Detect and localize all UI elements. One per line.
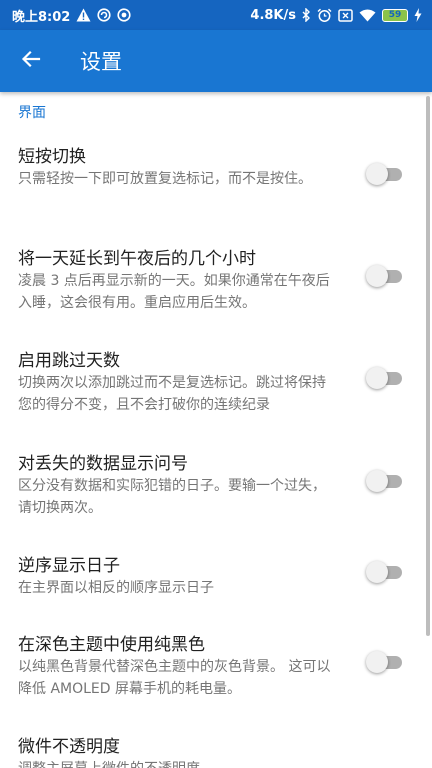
pref-short-press-toggle[interactable]: 短按切换 只需轻按一下即可放置复选标记，而不是按住。	[0, 142, 432, 230]
toggle-switch[interactable]	[366, 367, 402, 389]
pref-title: 对丢失的数据显示问号	[18, 454, 188, 474]
status-bar: 晚上8:02 4.8K/s 59	[0, 0, 432, 30]
pref-question-marks[interactable]: 对丢失的数据显示问号 区分没有数据和实际犯错的日子。要输一个过失，请切换两次。	[0, 449, 432, 537]
pref-widget-opacity[interactable]: 微件不透明度 调整主屏幕上微件的不透明度	[0, 732, 432, 768]
pref-summary: 只需轻按一下即可放置复选标记，而不是按住。	[18, 171, 312, 187]
pref-extend-day[interactable]: 将一天延长到午夜后的几个小时 凌晨 3 点后再显示新的一天。如果你通常在午夜后入…	[0, 244, 432, 332]
toggle-switch[interactable]	[366, 651, 402, 673]
status-time: 晚上8:02	[12, 9, 71, 25]
toggle-thumb	[366, 651, 388, 673]
data-saver-icon	[117, 8, 131, 22]
toggle-thumb	[366, 163, 388, 185]
section-header: 界面	[18, 105, 46, 121]
bluetooth-icon	[302, 8, 311, 22]
pref-reverse-days[interactable]: 逆序显示日子 在主界面以相反的顺序显示日子	[0, 551, 432, 617]
pref-summary: 区分没有数据和实际犯错的日子。要输一个过失，请切换两次。	[18, 478, 326, 516]
pref-title: 在深色主题中使用纯黑色	[18, 635, 205, 655]
toggle-thumb	[366, 470, 388, 492]
no-sim-icon	[338, 8, 353, 22]
toggle-thumb	[366, 265, 388, 287]
back-button[interactable]	[0, 30, 62, 92]
toggle-thumb	[366, 561, 388, 583]
pref-summary: 切换两次以添加跳过而不是复选标记。跳过将保持您的得分不变，且不会打破你的连续纪录	[18, 375, 326, 413]
pref-summary: 以纯黑色背景代替深色主题中的灰色背景。 这可以降低 AMOLED 屏幕手机的耗电…	[18, 659, 331, 697]
settings-list[interactable]: 界面 短按切换 只需轻按一下即可放置复选标记，而不是按住。 将一天延长到午夜后的…	[0, 92, 432, 768]
status-bar-left: 晚上8:02	[12, 6, 131, 25]
toggle-switch[interactable]	[366, 265, 402, 287]
sync-icon	[97, 8, 111, 22]
arrow-left-icon	[21, 49, 41, 73]
pref-title: 逆序显示日子	[18, 556, 120, 576]
charging-icon	[414, 8, 422, 22]
scrollbar[interactable]	[426, 96, 430, 636]
pref-title: 将一天延长到午夜后的几个小时	[18, 249, 256, 269]
status-bar-right: 4.8K/s 59	[250, 8, 422, 23]
page-title: 设置	[80, 50, 122, 74]
network-speed: 4.8K/s	[250, 7, 296, 23]
pref-title: 短按切换	[18, 147, 86, 167]
pref-summary: 凌晨 3 点后再显示新的一天。如果你通常在午夜后入睡，这会很有用。重启应用后生效…	[18, 273, 330, 311]
pref-title: 启用跳过天数	[18, 351, 120, 371]
toggle-switch[interactable]	[366, 470, 402, 492]
pref-title: 微件不透明度	[18, 737, 120, 757]
battery-icon: 59	[382, 8, 408, 22]
wifi-icon	[359, 9, 376, 22]
pref-skip-days[interactable]: 启用跳过天数 切换两次以添加跳过而不是复选标记。跳过将保持您的得分不变，且不会打…	[0, 346, 432, 434]
toggle-switch[interactable]	[366, 561, 402, 583]
app-bar: 设置	[0, 30, 432, 92]
pref-pure-black[interactable]: 在深色主题中使用纯黑色 以纯黑色背景代替深色主题中的灰色背景。 这可以降低 AM…	[0, 630, 432, 718]
toggle-thumb	[366, 367, 388, 389]
warning-icon	[76, 8, 91, 22]
alarm-icon	[317, 8, 332, 23]
toggle-switch[interactable]	[366, 163, 402, 185]
pref-summary: 调整主屏幕上微件的不透明度	[18, 758, 338, 768]
pref-summary: 在主界面以相反的顺序显示日子	[18, 580, 214, 596]
